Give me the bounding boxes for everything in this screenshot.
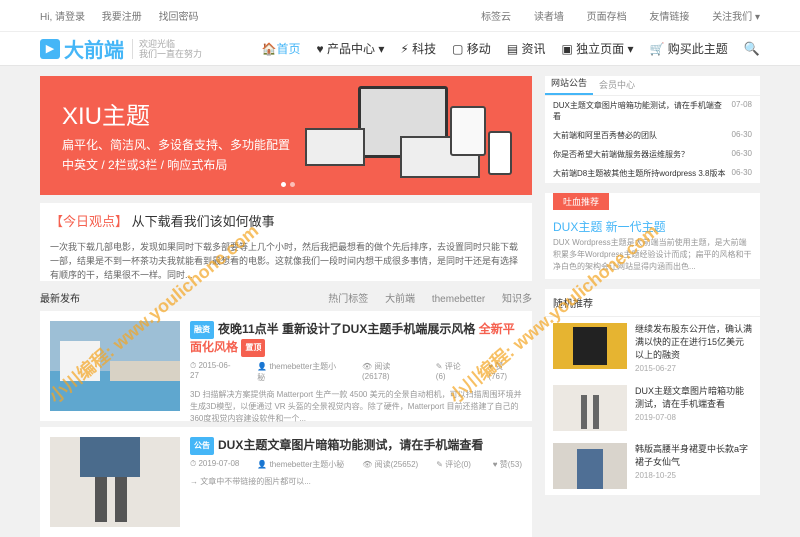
nav-news[interactable]: ▤ 资讯 bbox=[507, 40, 546, 57]
section-header: 最新发布 热门标签 大前端 themebetter 知识多 bbox=[40, 289, 532, 305]
tag-cloud-link[interactable]: 标签云 bbox=[481, 12, 511, 23]
post-title[interactable]: 融资 夜晚11点半 重新设计了DUX主题手机端展示风格 全新平面化风格 置顶 bbox=[190, 321, 522, 357]
section-link[interactable]: 热门标签 bbox=[328, 294, 368, 305]
announcement-item[interactable]: 大前端D8主题被其他主题所持wordpress 3.8版本 06-30 bbox=[545, 164, 760, 183]
tab-announcements[interactable]: 网站公告 bbox=[545, 76, 594, 95]
site-logo[interactable]: ▶ 大前端 欢迎光临 我们一直在努力 bbox=[40, 34, 246, 63]
section-link[interactable]: 知识多 bbox=[502, 294, 532, 305]
recommend-widget[interactable]: 吐血推荐 DUX主题 新一代主题 DUX Wordpress主题是大前端当前使用… bbox=[545, 193, 760, 279]
section-link[interactable]: themebetter bbox=[432, 294, 485, 305]
banner-line1: 扁平化、简洁风、多设备支持、多功能配置 bbox=[62, 138, 291, 152]
random-title: 随机推荐 bbox=[545, 289, 760, 317]
logo-text: 大前端 bbox=[64, 40, 124, 62]
recommend-text: DUX Wordpress主题是大前端当前使用主题，是大前端积累多年Wordpr… bbox=[553, 238, 752, 271]
main-content: XIU主题 扁平化、简洁风、多设备支持、多功能配置 中英文 / 2栏或3栏 / … bbox=[40, 76, 532, 537]
nav-home[interactable]: 🏠首页 bbox=[262, 40, 301, 57]
random-thumbnail bbox=[553, 443, 627, 489]
today-viewpoint[interactable]: 【今日观点】 从下载看我们该如何做事 一次我下载几部电影，发现如果同时下载多部要… bbox=[40, 203, 532, 281]
nav-mobile[interactable]: ▢ 移动 bbox=[452, 40, 491, 57]
banner-title: XIU主题 bbox=[62, 103, 151, 130]
random-item[interactable]: 继续发布股东公开信，确认满满以快的正在进行15亿美元以上的融资 2015-06-2… bbox=[545, 317, 760, 379]
site-header: ▶ 大前端 欢迎光临 我们一直在努力 🏠首页 ♥ 产品中心 ▾ ⚡ 科技 ▢ 移动… bbox=[0, 32, 800, 66]
nav-buy[interactable]: 🛒 购买此主题 bbox=[650, 40, 728, 57]
friend-links-link[interactable]: 友情链接 bbox=[649, 12, 689, 23]
carousel-dots[interactable] bbox=[281, 182, 295, 187]
phone-illustration bbox=[488, 131, 512, 175]
search-icon[interactable]: 🔍 bbox=[744, 41, 760, 57]
viewpoint-heading: 【今日观点】 从下载看我们该如何做事 bbox=[50, 214, 275, 229]
laptop-illustration bbox=[305, 128, 365, 166]
random-thumbnail bbox=[553, 323, 627, 369]
like-button[interactable]: ♥ 赞(53) bbox=[493, 459, 522, 470]
tab-members[interactable]: 会员中心 bbox=[593, 78, 641, 95]
post-excerpt: 3D 扫描解决方案提供商 Matterport 生产一款 4500 美元的全景自… bbox=[190, 390, 522, 423]
announcement-item[interactable]: 你是否希望大前端做服务器运维服务？ 06-30 bbox=[545, 145, 760, 164]
random-widget: 随机推荐 继续发布股东公开信，确认满满以快的正在进行15亿美元以上的融资 2015… bbox=[545, 289, 760, 495]
post-meta: ⏱ 2019-07-08 👤 themebetter主题小秘 👁 阅读(25652)… bbox=[190, 459, 522, 470]
random-item[interactable]: DUX主题文章图片暗箱功能测试，请在手机端查看 2019-07-08 bbox=[545, 379, 760, 437]
nav-pages[interactable]: ▣ 独立页面 ▾ bbox=[562, 40, 634, 57]
hero-banner[interactable]: XIU主题 扁平化、简洁风、多设备支持、多功能配置 中英文 / 2栏或3栏 / … bbox=[40, 76, 532, 195]
random-thumbnail bbox=[553, 385, 627, 431]
main-nav: 🏠首页 ♥ 产品中心 ▾ ⚡ 科技 ▢ 移动 ▤ 资讯 ▣ 独立页面 ▾ 🛒 购… bbox=[246, 40, 760, 57]
post-excerpt: → 文章中不带链接的图片都可以... bbox=[190, 477, 311, 486]
nav-products[interactable]: ♥ 产品中心 ▾ bbox=[317, 40, 385, 57]
tablet-illustration bbox=[450, 106, 486, 156]
banner-line2: 中英文 / 2栏或3栏 / 响应式布局 bbox=[62, 158, 228, 172]
recommend-tag: 吐血推荐 bbox=[553, 193, 610, 210]
sidebar: 网站公告 会员中心 DUX主题文章图片暗箱功能测试，请在手机端查看 07-08 大… bbox=[545, 76, 760, 505]
nav-tech[interactable]: ⚡ 科技 bbox=[400, 40, 436, 57]
logo-subtitle: 欢迎光临 我们一直在努力 bbox=[132, 38, 202, 59]
announcement-item[interactable]: DUX主题文章图片暗箱功能测试，请在手机端查看 07-08 bbox=[545, 96, 760, 126]
follow-us-link[interactable]: 关注我们 ▾ bbox=[712, 12, 760, 23]
announcement-widget: 网站公告 会员中心 DUX主题文章图片暗箱功能测试，请在手机端查看 07-08 大… bbox=[545, 76, 760, 183]
like-button[interactable]: ♥ 赞(767) bbox=[488, 361, 522, 383]
random-item[interactable]: 韩版高腰半身裙夏中长款a字裙子女仙气 2018-10-25 bbox=[545, 437, 760, 495]
recommend-title[interactable]: DUX主题 新一代主题 bbox=[545, 210, 760, 237]
reader-wall-link[interactable]: 读者墙 bbox=[534, 12, 564, 23]
post-title[interactable]: 公告 DUX主题文章图片暗箱功能测试，请在手机端查看 bbox=[190, 437, 522, 455]
post-item[interactable]: 公告 DUX主题文章图片暗箱功能测试，请在手机端查看 ⏱ 2019-07-08 👤 … bbox=[40, 427, 532, 537]
forgot-link[interactable]: 找回密码 bbox=[159, 12, 199, 23]
viewpoint-text: 一次我下载几部电影，发现如果同时下载多部要等上几个小时，然后我把最想看的做个先后… bbox=[50, 242, 519, 280]
top-bar: Hi, 请登录 我要注册 找回密码 标签云 读者墙 页面存档 友情链接 关注我们… bbox=[0, 0, 800, 32]
post-meta: ⏱ 2015-06-27 👤 themebetter主题小秘 👁 阅读(26178)… bbox=[190, 361, 522, 383]
post-thumbnail[interactable] bbox=[50, 437, 180, 527]
register-link[interactable]: 我要注册 bbox=[102, 12, 142, 23]
post-item[interactable]: 融资 夜晚11点半 重新设计了DUX主题手机端展示风格 全新平面化风格 置顶 ⏱ … bbox=[40, 311, 532, 423]
section-title: 最新发布 bbox=[40, 293, 80, 305]
announcement-item[interactable]: 大前端和阿里百秀替必的团队 06-30 bbox=[545, 126, 760, 145]
section-link[interactable]: 大前端 bbox=[385, 294, 415, 305]
post-thumbnail[interactable] bbox=[50, 321, 180, 411]
archive-link[interactable]: 页面存档 bbox=[587, 12, 627, 23]
login-link[interactable]: Hi, 请登录 bbox=[40, 12, 85, 23]
play-icon: ▶ bbox=[40, 38, 60, 59]
